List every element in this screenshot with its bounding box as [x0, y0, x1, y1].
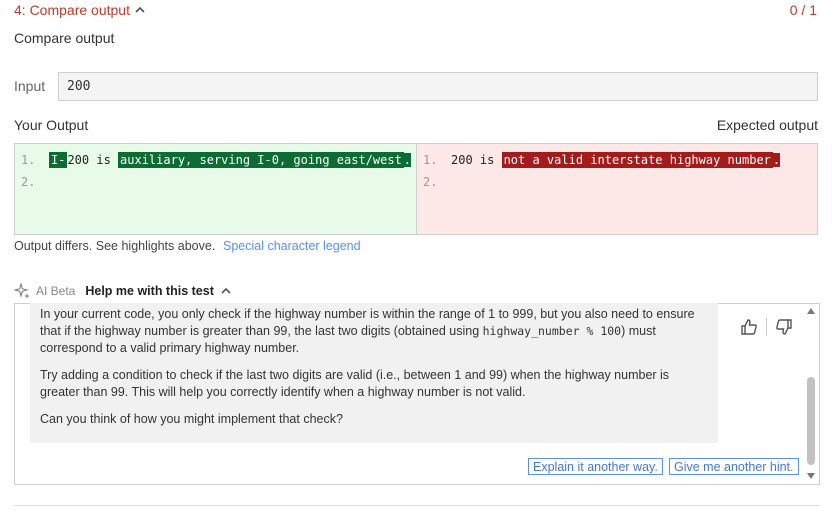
- ai-paragraph: Try adding a condition to check if the l…: [40, 368, 670, 399]
- special-character-legend-link[interactable]: Special character legend: [223, 239, 361, 253]
- line-number: 2.: [423, 175, 438, 189]
- chevron-up-icon: [135, 6, 145, 13]
- line-text: I- 200 is auxiliary, serving I-0, going e…: [49, 152, 412, 168]
- ai-inline-code: highway_number % 100: [482, 324, 622, 338]
- diff-highlight: auxiliary, serving I-0, going east/west: [118, 152, 404, 168]
- expected-output-label: Expected output: [716, 117, 818, 133]
- your-output-label: Your Output: [14, 117, 89, 133]
- line-number: 1.: [21, 153, 36, 167]
- diff-highlight: .: [772, 153, 781, 167]
- output-differs-text: Output differs. See highlights above.: [14, 239, 216, 253]
- line-text: 200 is not a valid interstate highway nu…: [451, 152, 781, 168]
- line-number: 1.: [423, 153, 438, 167]
- thumbs-down-icon[interactable]: [775, 318, 793, 336]
- ai-paragraph: In your current code, you only check if …: [40, 306, 708, 357]
- section-title: Compare output: [14, 30, 115, 46]
- ai-paragraph: Can you think of how you might implement…: [40, 412, 343, 426]
- expected-output-line: 2.: [417, 171, 817, 193]
- ai-help-header[interactable]: AI Beta Help me with this test: [14, 283, 232, 299]
- score: 0 / 1: [789, 2, 817, 18]
- your-output-line: 1. I- 200 is auxiliary, serving I-0, goin…: [15, 149, 416, 171]
- thumbs-up-icon[interactable]: [740, 318, 758, 336]
- expected-output-panel: 1. 200 is not a valid interstate highway…: [416, 143, 818, 235]
- scroll-down-arrow-icon[interactable]: [806, 471, 816, 481]
- test-title-toggle[interactable]: 4: Compare output: [14, 2, 146, 18]
- test-title: 4: Compare output: [14, 2, 130, 18]
- diff-highlight: I-: [49, 152, 68, 168]
- diff-highlight: .: [403, 153, 412, 167]
- line-text-plain: 200 is: [451, 153, 502, 167]
- line-text-plain: 200 is: [67, 153, 119, 167]
- line-number: 2.: [21, 175, 36, 189]
- scroll-up-arrow-icon[interactable]: [806, 306, 816, 316]
- your-output-line: 2.: [15, 171, 416, 193]
- scrollbar-thumb[interactable]: [807, 377, 815, 465]
- feedback-buttons: [740, 318, 793, 336]
- ai-beta-label: AI Beta: [36, 284, 76, 298]
- explain-another-way-button[interactable]: Explain it another way.: [528, 458, 663, 475]
- input-label: Input: [14, 78, 46, 94]
- sparkle-icon: [14, 283, 30, 299]
- ai-message: In your current code, you only check if …: [30, 303, 718, 443]
- chevron-up-icon: [221, 287, 231, 294]
- input-value: 200: [67, 79, 91, 94]
- another-hint-button[interactable]: Give me another hint.: [669, 458, 799, 475]
- expected-output-line: 1. 200 is not a valid interstate highway…: [417, 149, 817, 171]
- input-value-box: 200: [58, 72, 818, 101]
- your-output-panel: 1. I- 200 is auxiliary, serving I-0, goin…: [14, 143, 416, 235]
- divider: [766, 318, 767, 336]
- diff-highlight: not a valid interstate highway number: [501, 152, 773, 168]
- divider: [14, 505, 820, 506]
- ai-help-title: Help me with this test: [85, 284, 214, 298]
